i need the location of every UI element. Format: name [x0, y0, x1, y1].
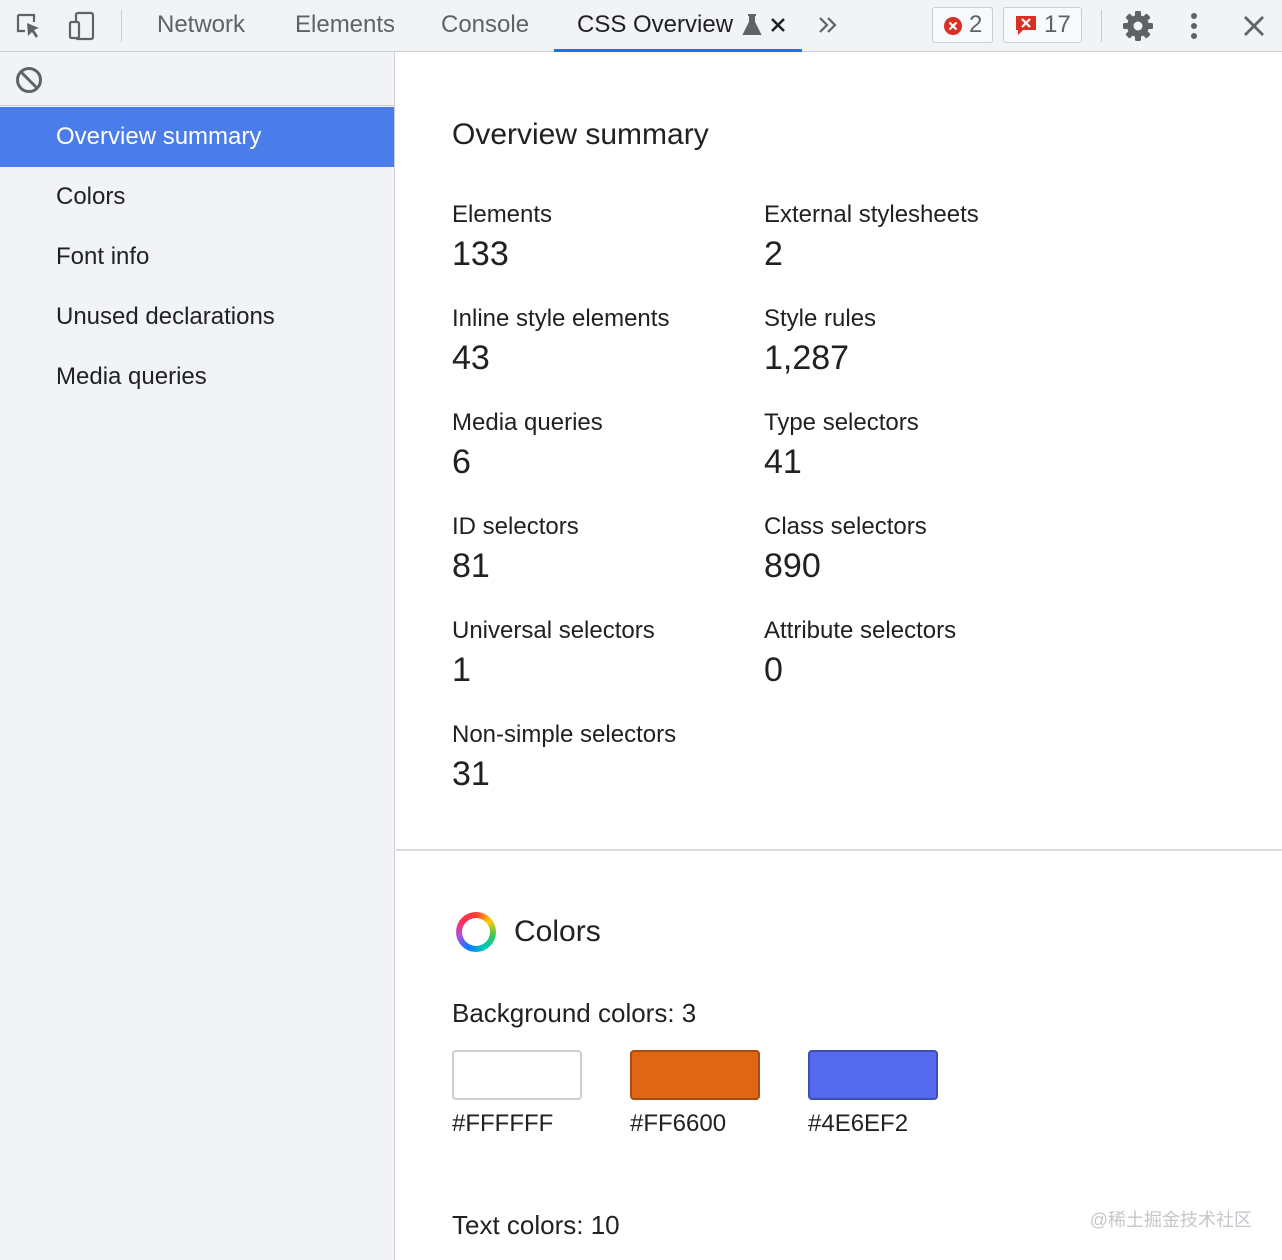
colors-section-header: Colors — [456, 912, 601, 952]
stat-label: Type selectors — [764, 409, 919, 436]
main-panel: Overview summary Elements 133 External s… — [396, 52, 1282, 1260]
close-tab-icon[interactable] — [768, 15, 788, 35]
color-swatch-label: #FF6600 — [630, 1110, 727, 1137]
color-swatch-label: #4E6EF2 — [808, 1110, 909, 1137]
color-wheel-icon — [456, 912, 496, 952]
stat-label: Class selectors — [764, 513, 927, 540]
text-colors-heading: Text colors: 10 — [452, 1210, 620, 1240]
color-swatch-item[interactable]: #FFFFFF — [452, 1050, 582, 1138]
stat-value: 133 — [452, 235, 509, 273]
sidebar-item-media-queries[interactable]: Media queries — [0, 347, 394, 407]
color-swatch[interactable] — [808, 1050, 938, 1100]
more-tabs-icon[interactable] — [814, 12, 842, 38]
experiment-flask-icon — [741, 13, 763, 37]
stat-attribute-selectors: Attribute selectors 0 — [764, 616, 1064, 692]
color-swatch[interactable] — [630, 1050, 760, 1100]
stat-elements: Elements 133 — [452, 200, 752, 276]
stat-label: Elements — [452, 201, 553, 228]
stat-universal-selectors: Universal selectors 1 — [452, 616, 752, 692]
tab-css-overview-label: CSS Overview — [577, 11, 734, 38]
tab-css-overview[interactable]: CSS Overview — [577, 0, 733, 52]
stat-style-rules: Style rules 1,287 — [764, 304, 1064, 380]
stat-value: 41 — [764, 443, 802, 481]
stat-media-queries: Media queries 6 — [452, 408, 752, 484]
background-colors-heading: Background colors: 3 — [452, 998, 697, 1028]
sidebar-item-unused-declarations[interactable]: Unused declarations — [0, 287, 394, 347]
stat-value: 31 — [452, 755, 490, 793]
stat-non-simple-selectors: Non-simple selectors 31 — [452, 720, 752, 796]
stat-value: 1 — [452, 651, 471, 689]
colors-section-title: Colors — [514, 915, 601, 948]
stat-label: Universal selectors — [452, 617, 655, 644]
color-swatch[interactable] — [452, 1050, 582, 1100]
stat-value: 1,287 — [764, 339, 850, 377]
block-icon[interactable] — [14, 65, 44, 95]
devtools-toolbar: Network Elements Console CSS Overview 2 — [0, 0, 1282, 52]
inspect-element-icon[interactable] — [11, 8, 47, 44]
device-toggle-icon[interactable] — [64, 8, 100, 44]
tab-console[interactable]: Console — [441, 0, 529, 52]
more-vert-icon[interactable] — [1176, 8, 1212, 44]
stat-label: Non-simple selectors — [452, 721, 677, 748]
sidebar-item-overview-summary[interactable]: Overview summary — [0, 107, 394, 167]
stat-label: Media queries — [452, 409, 603, 436]
color-swatch-item[interactable]: #FF6600 — [630, 1050, 760, 1138]
stat-label: Attribute selectors — [764, 617, 957, 644]
section-divider — [396, 849, 1282, 851]
stat-label: ID selectors — [452, 513, 579, 540]
issue-count: 17 — [1044, 11, 1071, 38]
issue-counter[interactable]: 17 — [1003, 7, 1082, 43]
stat-inline-style-elements: Inline style elements 43 — [452, 304, 752, 380]
watermark: @稀土掘金技术社区 — [1089, 1210, 1252, 1230]
stat-type-selectors: Type selectors 41 — [764, 408, 1064, 484]
stat-label: External stylesheets — [764, 201, 979, 228]
toolbar-divider — [1101, 10, 1102, 42]
tab-elements[interactable]: Elements — [295, 0, 395, 52]
stat-value: 43 — [452, 339, 490, 377]
stat-id-selectors: ID selectors 81 — [452, 512, 752, 588]
error-icon — [943, 15, 963, 35]
sidebar: Overview summary Colors Font info Unused… — [0, 52, 395, 1260]
tab-network[interactable]: Network — [157, 0, 245, 52]
color-swatch-label: #FFFFFF — [452, 1110, 554, 1137]
error-counter[interactable]: 2 — [932, 7, 994, 43]
stat-label: Inline style elements — [452, 305, 670, 332]
issue-icon — [1014, 14, 1038, 36]
stat-value: 890 — [764, 547, 821, 585]
stat-value: 81 — [452, 547, 490, 585]
stat-class-selectors: Class selectors 890 — [764, 512, 1064, 588]
page-title: Overview summary — [452, 118, 709, 151]
stat-value: 0 — [764, 651, 783, 689]
error-count: 2 — [969, 11, 983, 38]
stat-value: 6 — [452, 443, 471, 481]
color-swatch-item[interactable]: #4E6EF2 — [808, 1050, 938, 1138]
stat-value: 2 — [764, 235, 783, 273]
stat-label: Style rules — [764, 305, 877, 332]
stat-external-stylesheets: External stylesheets 2 — [764, 200, 1064, 276]
sidebar-toolbar — [0, 52, 394, 106]
sidebar-item-font-info[interactable]: Font info — [0, 227, 394, 287]
toolbar-divider — [121, 10, 122, 42]
sidebar-item-colors[interactable]: Colors — [0, 167, 394, 227]
gear-icon[interactable] — [1120, 8, 1156, 44]
close-icon[interactable] — [1236, 8, 1272, 44]
